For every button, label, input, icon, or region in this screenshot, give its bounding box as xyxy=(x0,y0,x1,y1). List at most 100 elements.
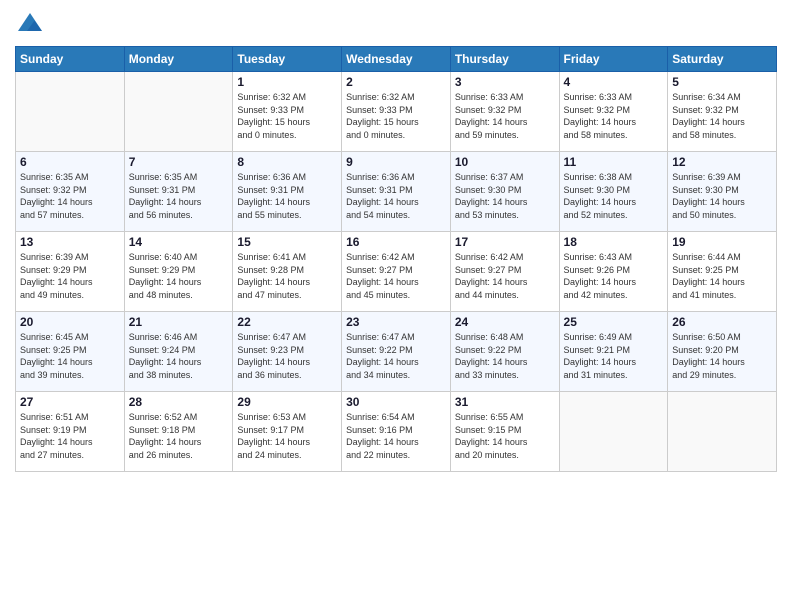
day-number: 14 xyxy=(129,235,229,249)
day-number: 31 xyxy=(455,395,555,409)
day-cell: 28Sunrise: 6:52 AM Sunset: 9:18 PM Dayli… xyxy=(124,392,233,472)
day-number: 16 xyxy=(346,235,446,249)
day-cell: 19Sunrise: 6:44 AM Sunset: 9:25 PM Dayli… xyxy=(668,232,777,312)
day-info: Sunrise: 6:53 AM Sunset: 9:17 PM Dayligh… xyxy=(237,411,337,461)
day-cell: 26 Sunrise: 6:50 AM Sunset: 9:20 PM Dayli… xyxy=(668,312,777,392)
day-number: 2 xyxy=(346,75,446,89)
day-info: Sunrise: 6:33 AM Sunset: 9:32 PM Dayligh… xyxy=(455,91,555,141)
header-row: SundayMondayTuesdayWednesdayThursdayFrid… xyxy=(16,47,777,72)
day-number: 5 xyxy=(672,75,772,89)
day-number: 26 xyxy=(672,315,772,329)
day-number: 15 xyxy=(237,235,337,249)
col-header-wednesday: Wednesday xyxy=(342,47,451,72)
logo-icon xyxy=(15,10,45,40)
day-number: 29 xyxy=(237,395,337,409)
day-info: Sunrise: 6:36 AM Sunset: 9:31 PM Dayligh… xyxy=(346,171,446,221)
day-cell: 24 Sunrise: 6:48 AM Sunset: 9:22 PM Dayli… xyxy=(450,312,559,392)
day-number: 7 xyxy=(129,155,229,169)
day-number: 17 xyxy=(455,235,555,249)
day-info: Sunrise: 6:51 AM Sunset: 9:19 PM Dayligh… xyxy=(20,411,120,461)
day-info: Sunrise: 6:32 AM Sunset: 9:33 PM Dayligh… xyxy=(237,91,337,141)
day-number: 22 xyxy=(237,315,337,329)
header xyxy=(15,10,777,40)
day-cell: 6 Sunrise: 6:35 AM Sunset: 9:32 PM Daylig… xyxy=(16,152,125,232)
day-number: 20 xyxy=(20,315,120,329)
day-info: Sunrise: 6:33 AM Sunset: 9:32 PM Dayligh… xyxy=(564,91,664,141)
day-number: 24 xyxy=(455,315,555,329)
day-cell: 15 Sunrise: 6:41 AM Sunset: 9:28 PM Dayli… xyxy=(233,232,342,312)
calendar-body: 1Sunrise: 6:32 AM Sunset: 9:33 PM Daylig… xyxy=(16,72,777,472)
day-number: 27 xyxy=(20,395,120,409)
day-cell xyxy=(124,72,233,152)
day-info: Sunrise: 6:35 AM Sunset: 9:31 PM Dayligh… xyxy=(129,171,229,221)
day-number: 21 xyxy=(129,315,229,329)
week-row-3: 13 Sunrise: 6:39 AM Sunset: 9:29 PM Dayli… xyxy=(16,232,777,312)
day-number: 9 xyxy=(346,155,446,169)
day-number: 8 xyxy=(237,155,337,169)
day-cell: 10 Sunrise: 6:37 AM Sunset: 9:30 PM Dayli… xyxy=(450,152,559,232)
day-cell: 20 Sunrise: 6:45 AM Sunset: 9:25 PM Dayli… xyxy=(16,312,125,392)
day-info: Sunrise: 6:39 AM Sunset: 9:30 PM Dayligh… xyxy=(672,171,772,221)
day-number: 6 xyxy=(20,155,120,169)
day-number: 23 xyxy=(346,315,446,329)
day-number: 18 xyxy=(564,235,664,249)
day-info: Sunrise: 6:48 AM Sunset: 9:22 PM Dayligh… xyxy=(455,331,555,381)
col-header-tuesday: Tuesday xyxy=(233,47,342,72)
day-cell: 17 Sunrise: 6:42 AM Sunset: 9:27 PM Dayli… xyxy=(450,232,559,312)
day-number: 13 xyxy=(20,235,120,249)
week-row-5: 27 Sunrise: 6:51 AM Sunset: 9:19 PM Dayli… xyxy=(16,392,777,472)
day-cell: 31Sunrise: 6:55 AM Sunset: 9:15 PM Dayli… xyxy=(450,392,559,472)
col-header-friday: Friday xyxy=(559,47,668,72)
col-header-monday: Monday xyxy=(124,47,233,72)
day-info: Sunrise: 6:43 AM Sunset: 9:26 PM Dayligh… xyxy=(564,251,664,301)
day-cell: 1Sunrise: 6:32 AM Sunset: 9:33 PM Daylig… xyxy=(233,72,342,152)
day-info: Sunrise: 6:41 AM Sunset: 9:28 PM Dayligh… xyxy=(237,251,337,301)
day-cell xyxy=(559,392,668,472)
day-cell: 9 Sunrise: 6:36 AM Sunset: 9:31 PM Daylig… xyxy=(342,152,451,232)
day-info: Sunrise: 6:32 AM Sunset: 9:33 PM Dayligh… xyxy=(346,91,446,141)
day-cell xyxy=(668,392,777,472)
day-cell: 18 Sunrise: 6:43 AM Sunset: 9:26 PM Dayli… xyxy=(559,232,668,312)
day-cell xyxy=(16,72,125,152)
day-number: 11 xyxy=(564,155,664,169)
day-cell: 12Sunrise: 6:39 AM Sunset: 9:30 PM Dayli… xyxy=(668,152,777,232)
day-cell: 2 Sunrise: 6:32 AM Sunset: 9:33 PM Daylig… xyxy=(342,72,451,152)
day-info: Sunrise: 6:39 AM Sunset: 9:29 PM Dayligh… xyxy=(20,251,120,301)
day-info: Sunrise: 6:36 AM Sunset: 9:31 PM Dayligh… xyxy=(237,171,337,221)
day-cell: 14 Sunrise: 6:40 AM Sunset: 9:29 PM Dayli… xyxy=(124,232,233,312)
day-cell: 16Sunrise: 6:42 AM Sunset: 9:27 PM Dayli… xyxy=(342,232,451,312)
day-number: 10 xyxy=(455,155,555,169)
day-cell: 30 Sunrise: 6:54 AM Sunset: 9:16 PM Dayli… xyxy=(342,392,451,472)
day-info: Sunrise: 6:52 AM Sunset: 9:18 PM Dayligh… xyxy=(129,411,229,461)
day-cell: 5 Sunrise: 6:34 AM Sunset: 9:32 PM Daylig… xyxy=(668,72,777,152)
logo xyxy=(15,10,49,40)
col-header-sunday: Sunday xyxy=(16,47,125,72)
calendar: SundayMondayTuesdayWednesdayThursdayFrid… xyxy=(15,46,777,472)
day-cell: 22 Sunrise: 6:47 AM Sunset: 9:23 PM Dayli… xyxy=(233,312,342,392)
day-info: Sunrise: 6:35 AM Sunset: 9:32 PM Dayligh… xyxy=(20,171,120,221)
day-info: Sunrise: 6:42 AM Sunset: 9:27 PM Dayligh… xyxy=(455,251,555,301)
day-info: Sunrise: 6:47 AM Sunset: 9:23 PM Dayligh… xyxy=(237,331,337,381)
day-info: Sunrise: 6:34 AM Sunset: 9:32 PM Dayligh… xyxy=(672,91,772,141)
day-cell: 11 Sunrise: 6:38 AM Sunset: 9:30 PM Dayli… xyxy=(559,152,668,232)
day-cell: 8 Sunrise: 6:36 AM Sunset: 9:31 PM Daylig… xyxy=(233,152,342,232)
day-cell: 3 Sunrise: 6:33 AM Sunset: 9:32 PM Daylig… xyxy=(450,72,559,152)
day-info: Sunrise: 6:40 AM Sunset: 9:29 PM Dayligh… xyxy=(129,251,229,301)
day-info: Sunrise: 6:49 AM Sunset: 9:21 PM Dayligh… xyxy=(564,331,664,381)
day-cell: 7 Sunrise: 6:35 AM Sunset: 9:31 PM Daylig… xyxy=(124,152,233,232)
day-cell: 25Sunrise: 6:49 AM Sunset: 9:21 PM Dayli… xyxy=(559,312,668,392)
day-info: Sunrise: 6:45 AM Sunset: 9:25 PM Dayligh… xyxy=(20,331,120,381)
day-info: Sunrise: 6:46 AM Sunset: 9:24 PM Dayligh… xyxy=(129,331,229,381)
col-header-thursday: Thursday xyxy=(450,47,559,72)
day-cell: 21 Sunrise: 6:46 AM Sunset: 9:24 PM Dayli… xyxy=(124,312,233,392)
day-info: Sunrise: 6:44 AM Sunset: 9:25 PM Dayligh… xyxy=(672,251,772,301)
day-number: 3 xyxy=(455,75,555,89)
day-cell: 23Sunrise: 6:47 AM Sunset: 9:22 PM Dayli… xyxy=(342,312,451,392)
day-info: Sunrise: 6:37 AM Sunset: 9:30 PM Dayligh… xyxy=(455,171,555,221)
day-info: Sunrise: 6:50 AM Sunset: 9:20 PM Dayligh… xyxy=(672,331,772,381)
calendar-header: SundayMondayTuesdayWednesdayThursdayFrid… xyxy=(16,47,777,72)
day-info: Sunrise: 6:54 AM Sunset: 9:16 PM Dayligh… xyxy=(346,411,446,461)
day-info: Sunrise: 6:38 AM Sunset: 9:30 PM Dayligh… xyxy=(564,171,664,221)
page: SundayMondayTuesdayWednesdayThursdayFrid… xyxy=(0,0,792,612)
day-number: 30 xyxy=(346,395,446,409)
